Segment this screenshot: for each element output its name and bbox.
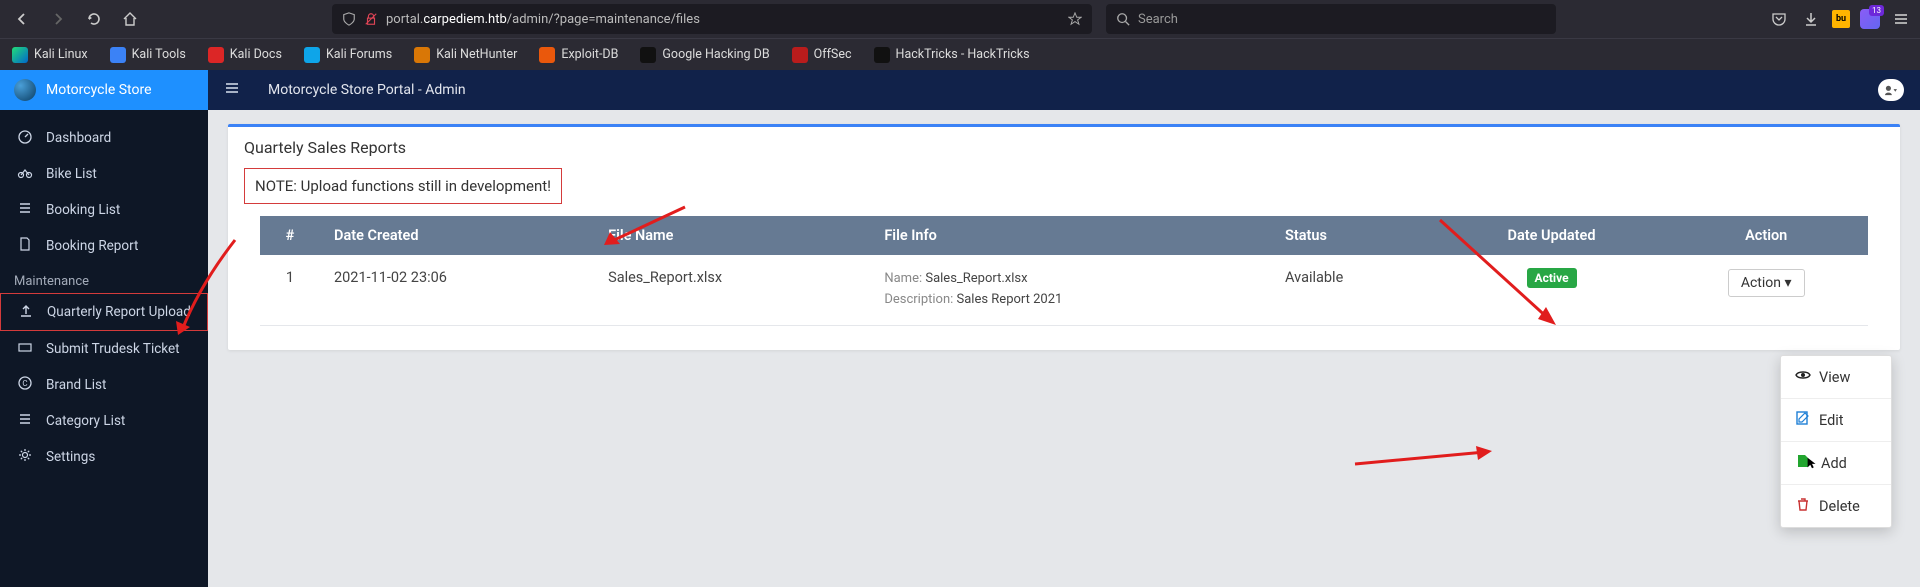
sidebar-item-bike-list[interactable]: Bike List <box>0 156 208 192</box>
bookmark-kali-linux[interactable]: Kali Linux <box>8 44 92 66</box>
topbar-title: Motorcycle Store Portal - Admin <box>268 82 466 98</box>
topbar: Motorcycle Store Portal - Admin <box>208 70 1920 110</box>
th-info: File Info <box>870 216 1271 255</box>
pocket-icon[interactable] <box>1768 8 1790 30</box>
downloads-icon[interactable] <box>1800 8 1822 30</box>
table-row: 1 2021-11-02 23:06 Sales_Report.xlsx Nam… <box>260 255 1868 325</box>
dropdown-edit[interactable]: Edit <box>1781 399 1891 441</box>
url-bar[interactable]: portal.carpediem.htb/admin/?page=mainten… <box>332 4 1092 34</box>
upload-icon <box>17 302 35 322</box>
brand-logo <box>14 79 36 101</box>
bookmark-kali-forums[interactable]: Kali Forums <box>300 44 396 66</box>
bookmark-kali-docs[interactable]: Kali Docs <box>204 44 286 66</box>
th-status: Status <box>1271 216 1439 255</box>
bookmark-offsec[interactable]: OffSec <box>788 44 856 66</box>
cell-filename: Sales_Report.xlsx <box>594 255 870 325</box>
reports-table: # Date Created File Name File Info Statu… <box>260 216 1868 326</box>
card: Quartely Sales Reports NOTE: Upload func… <box>228 124 1900 350</box>
th-action: Action <box>1664 216 1868 255</box>
sidebar-item-dashboard[interactable]: Dashboard <box>0 120 208 156</box>
motorcycle-icon <box>16 164 34 184</box>
dropdown-view[interactable]: View <box>1781 356 1891 398</box>
card-title: Quartely Sales Reports <box>228 127 1900 168</box>
th-updated: Date Updated <box>1439 216 1665 255</box>
cell-status: Available <box>1271 255 1439 325</box>
cell-created: 2021-11-02 23:06 <box>320 255 594 325</box>
file-icon <box>16 236 34 256</box>
bookmark-star-icon[interactable] <box>1068 12 1082 26</box>
shield-icon <box>342 12 356 26</box>
browser-toolbar: portal.carpediem.htb/admin/?page=mainten… <box>0 0 1920 38</box>
list-icon <box>16 411 34 431</box>
sidebar-item-brand-list[interactable]: C Brand List <box>0 367 208 403</box>
trash-icon <box>1795 496 1811 516</box>
dropdown-add[interactable]: Add <box>1781 442 1891 484</box>
bookmark-kali-nethunter[interactable]: Kali NetHunter <box>410 44 521 66</box>
url-text: portal.carpediem.htb/admin/?page=mainten… <box>386 12 1060 27</box>
sidebar-item-booking-list[interactable]: Booking List <box>0 192 208 228</box>
gear-icon <box>16 447 34 467</box>
menu-toggle-icon[interactable] <box>224 80 240 100</box>
sidebar-item-category-list[interactable]: Category List <box>0 403 208 439</box>
forward-button[interactable] <box>44 5 72 33</box>
content: Quartely Sales Reports NOTE: Upload func… <box>208 110 1920 364</box>
bookmarks-bar: Kali Linux Kali Tools Kali Docs Kali For… <box>0 38 1920 70</box>
sidebar: Motorcycle Store Dashboard Bike List Boo… <box>0 70 208 587</box>
brand-icon: C <box>16 375 34 395</box>
search-bar[interactable]: Search <box>1106 4 1556 34</box>
sidebar-item-booking-report[interactable]: Booking Report <box>0 228 208 264</box>
sidebar-item-submit-trudesk[interactable]: Submit Trudesk Ticket <box>0 331 208 367</box>
main-area: Motorcycle Store Portal - Admin Quartely… <box>208 70 1920 587</box>
search-placeholder: Search <box>1138 12 1178 27</box>
dashboard-icon <box>16 128 34 148</box>
home-button[interactable] <box>116 5 144 33</box>
user-avatar[interactable] <box>1878 79 1904 101</box>
ticket-icon <box>16 339 34 359</box>
bookmark-kali-tools[interactable]: Kali Tools <box>106 44 190 66</box>
back-button[interactable] <box>8 5 36 33</box>
eye-icon <box>1795 367 1811 387</box>
app-container: Motorcycle Store Dashboard Bike List Boo… <box>0 70 1920 587</box>
active-badge: Active <box>1527 268 1577 288</box>
action-dropdown-menu: View Edit Add Delete <box>1780 355 1892 528</box>
th-num: # <box>260 216 320 255</box>
lock-icon <box>364 12 378 26</box>
edit-icon <box>1795 410 1811 430</box>
th-created: Date Created <box>320 216 594 255</box>
burp-extension-icon[interactable]: bu <box>1832 10 1850 28</box>
brand-title: Motorcycle Store <box>46 82 152 98</box>
svg-text:C: C <box>22 379 27 388</box>
caret-down-icon: ▾ <box>1784 275 1791 291</box>
cursor-icon <box>1805 456 1819 470</box>
menu-icon[interactable] <box>1890 8 1912 30</box>
note-box: NOTE: Upload functions still in developm… <box>244 168 562 204</box>
action-dropdown-button[interactable]: Action ▾ <box>1728 269 1805 297</box>
refresh-button[interactable] <box>80 5 108 33</box>
bookmark-exploit-db[interactable]: Exploit-DB <box>535 44 622 66</box>
sidebar-section-maintenance: Maintenance <box>0 264 208 293</box>
sidebar-brand[interactable]: Motorcycle Store <box>0 70 208 110</box>
sidebar-item-quarterly-report-upload[interactable]: Quarterly Report Upload <box>0 293 208 331</box>
bookmark-hacktricks[interactable]: HackTricks - HackTricks <box>870 44 1034 66</box>
cell-num: 1 <box>260 255 320 325</box>
cell-action: Action ▾ <box>1664 255 1868 325</box>
cell-fileinfo: Name: Sales_Report.xlsx Description: Sal… <box>870 255 1271 325</box>
th-filename: File Name <box>594 216 870 255</box>
search-icon <box>1116 12 1130 26</box>
dropdown-delete[interactable]: Delete <box>1781 485 1891 527</box>
sidebar-item-settings[interactable]: Settings <box>0 439 208 475</box>
list-icon <box>16 200 34 220</box>
bookmark-google-hacking[interactable]: Google Hacking DB <box>636 44 773 66</box>
foxyproxy-extension-icon[interactable] <box>1860 9 1880 29</box>
cell-updated: Active <box>1439 255 1665 325</box>
